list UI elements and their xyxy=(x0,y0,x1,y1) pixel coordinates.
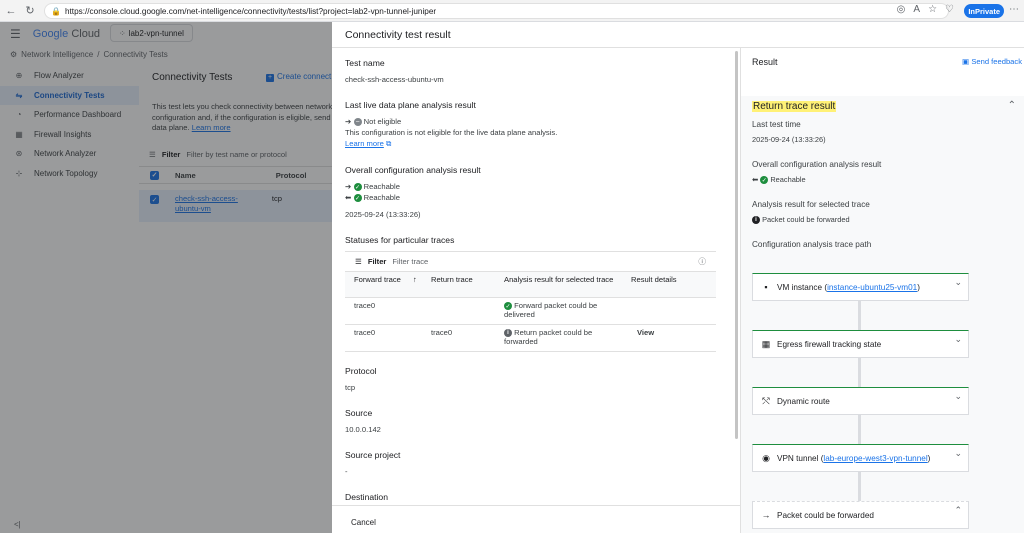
arrow-right-icon: ➔ xyxy=(345,182,352,191)
check-circle-icon: ✓ xyxy=(353,183,362,191)
not-eligible-icon: − xyxy=(353,118,362,126)
view-button[interactable]: View xyxy=(622,325,716,351)
source-project-heading: Source project xyxy=(345,450,401,460)
feedback-icon: ▣ xyxy=(962,57,970,66)
path-connector xyxy=(858,358,861,387)
globe-icon: ◉ xyxy=(762,452,770,463)
overall-label: Overall configuration analysis result xyxy=(752,160,882,169)
filter-icon: ☰ xyxy=(355,257,362,266)
live-analysis-heading: Last live data plane analysis result xyxy=(345,100,476,110)
path-connector xyxy=(858,415,861,444)
live-status: Not eligible xyxy=(363,117,402,126)
col-return: Return trace xyxy=(431,275,473,284)
check-circle-icon: ✓ xyxy=(760,176,769,185)
check-circle-icon: ✓ xyxy=(504,302,512,310)
protocol-value: tcp xyxy=(345,383,356,392)
lock-icon: 🔒 xyxy=(51,6,61,16)
tracking-icon[interactable]: ◎ xyxy=(897,4,906,15)
external-link-icon: ⧉ xyxy=(385,139,392,148)
vm-instance-link[interactable]: instance-ubuntu25-vm01 xyxy=(827,283,917,292)
config-time: 2025-09-24 (13:33:26) xyxy=(345,210,421,219)
chevron-up-icon[interactable]: ⌃ xyxy=(1008,100,1016,111)
favorite-icon[interactable]: ☆ xyxy=(928,4,937,15)
modal-backdrop[interactable] xyxy=(0,22,332,533)
sort-up-icon[interactable]: ↑ xyxy=(413,275,417,284)
result-column: Result ▣ Send feedback Return trace resu… xyxy=(740,48,1024,533)
return-trace-body: Last test time 2025-09-24 (13:33:26) Ove… xyxy=(752,120,1014,255)
trace-step-firewall[interactable]: ▦ Egress firewall tracking state ⌄ xyxy=(752,330,969,358)
selected-trace-label: Analysis result for selected trace xyxy=(752,200,870,210)
trace-step-vpn-tunnel[interactable]: ◉ VPN tunnel (lab-europe-west3-vpn-tunne… xyxy=(752,444,969,472)
return-trace-heading: Return trace result xyxy=(752,101,837,112)
arrow-right-icon: → xyxy=(761,510,771,520)
favorites-bar-icon[interactable]: ♡ xyxy=(945,4,954,15)
test-name-value: check-ssh-access-ubuntu-vm xyxy=(345,75,444,84)
learn-more-link[interactable]: Learn more xyxy=(345,139,384,148)
test-details: Test name check-ssh-access-ubuntu-vm Las… xyxy=(345,58,732,252)
chevron-down-icon[interactable]: ⌄ xyxy=(954,391,962,402)
address-bar[interactable]: 🔒 https://console.cloud.google.com/net-i… xyxy=(44,3,949,19)
path-connector xyxy=(858,472,861,501)
selected-trace-value: Packet could be forwarded xyxy=(762,215,850,225)
live-description: This configuration is not eligible for t… xyxy=(345,128,558,137)
arrow-left-icon: ⬅ xyxy=(345,193,352,202)
route-icon: ⤲ xyxy=(762,395,770,406)
destination-heading: Destination xyxy=(345,492,388,502)
source-value: 10.0.0.142 xyxy=(345,425,381,434)
col-details: Result details xyxy=(631,275,677,284)
browser-toolbar: ← ↻ 🔒 https://console.cloud.google.com/n… xyxy=(0,0,1024,22)
statuses-heading: Statuses for particular traces xyxy=(345,235,455,245)
trace-step-vm-instance[interactable]: ▪ VM instance (instance-ubuntu25-vm01) ⌄ xyxy=(752,273,969,301)
browser-menu-icon[interactable]: ⋯ xyxy=(1009,4,1019,15)
config-analysis-heading: Overall configuration analysis result xyxy=(345,165,481,175)
reachable-forward: Reachable xyxy=(363,182,400,191)
inprivate-badge[interactable]: InPrivate xyxy=(964,4,1004,18)
chevron-down-icon[interactable]: ⌄ xyxy=(954,448,962,459)
footer-bar: Cancel xyxy=(332,505,740,533)
back-icon[interactable]: ← xyxy=(3,3,19,19)
chevron-up-icon[interactable]: ⌃ xyxy=(954,505,962,516)
trace-filter[interactable]: ☰ Filter Filter trace ⓘ xyxy=(345,251,716,271)
firewall-icon: ▦ xyxy=(761,338,771,349)
arrow-left-icon: ⬅ xyxy=(752,175,759,184)
connectivity-test-result-panel: Connectivity test result Test name check… xyxy=(332,22,1024,533)
chevron-down-icon[interactable]: ⌄ xyxy=(954,277,962,288)
last-time-value: 2025-09-24 (13:33:26) xyxy=(752,135,826,144)
reload-icon[interactable]: ↻ xyxy=(22,3,38,19)
protocol-heading: Protocol xyxy=(345,366,377,376)
help-icon[interactable]: ⓘ xyxy=(698,256,706,267)
arrow-right-icon: ➔ xyxy=(345,117,352,126)
overall-value: Reachable xyxy=(770,175,806,184)
reachable-return: Reachable xyxy=(363,193,400,202)
send-feedback-link[interactable]: ▣ Send feedback xyxy=(962,57,1022,66)
last-time-label: Last test time xyxy=(752,120,801,129)
source-project-value: - xyxy=(345,467,348,476)
col-forward[interactable]: Forward trace ↑ xyxy=(345,272,422,297)
trace-path-label: Configuration analysis trace path xyxy=(752,240,872,250)
info-icon: i xyxy=(504,329,512,337)
trace-step-packet-forwarded[interactable]: → Packet could be forwarded ⌃ xyxy=(752,501,969,529)
result-heading: Result xyxy=(752,57,778,67)
table-row[interactable]: trace0 ✓ Forward packet could be deliver… xyxy=(345,298,716,325)
test-name-heading: Test name xyxy=(345,58,385,68)
vm-instance-icon: ▪ xyxy=(764,282,768,292)
vpn-tunnel-link[interactable]: lab-europe-west3-vpn-tunnel xyxy=(823,454,927,463)
trace-step-dynamic-route[interactable]: ⤲ Dynamic route ⌄ xyxy=(752,387,969,415)
path-connector xyxy=(858,301,861,330)
url-text: https://console.cloud.google.com/net-int… xyxy=(64,6,437,16)
chevron-down-icon[interactable]: ⌄ xyxy=(954,334,962,345)
check-circle-icon: ✓ xyxy=(353,194,362,202)
scrollbar[interactable] xyxy=(735,51,738,439)
traces-table: ☰ Filter Filter trace ⓘ Forward trace ↑ … xyxy=(345,251,716,352)
panel-title: Connectivity test result xyxy=(345,29,451,41)
more-details: Protocol tcp Source 10.0.0.142 Source pr… xyxy=(345,366,725,509)
cancel-button[interactable]: Cancel xyxy=(351,518,376,527)
source-heading: Source xyxy=(345,408,373,418)
info-icon: i xyxy=(752,216,760,225)
table-header: Forward trace ↑ Return trace Analysis re… xyxy=(345,271,716,298)
table-row[interactable]: trace0 trace0 i Return packet could be f… xyxy=(345,325,716,352)
reader-icon[interactable]: A xyxy=(913,4,920,15)
col-analysis: Analysis result for selected trace xyxy=(504,275,614,284)
